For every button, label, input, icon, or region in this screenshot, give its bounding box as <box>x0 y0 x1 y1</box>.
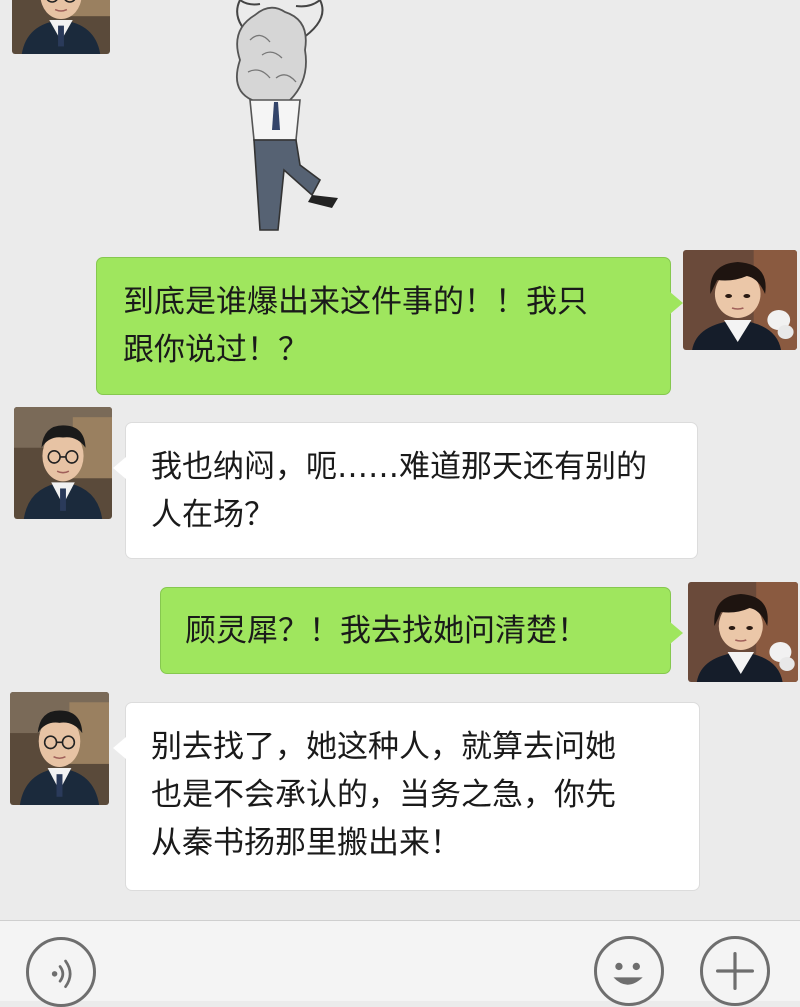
chat-input-bar <box>0 920 800 1007</box>
my-avatar[interactable] <box>683 250 797 350</box>
emoji-button[interactable] <box>594 936 664 1006</box>
outgoing-message-bubble[interactable]: 顾灵犀？！我去找她问清楚！ <box>160 587 683 674</box>
incoming-message-bubble[interactable]: 别去找了，她这种人，就算去问她 也是不会承认的，当务之急，你先 从秦书扬那里搬出… <box>113 702 700 891</box>
friend-avatar[interactable] <box>10 692 109 805</box>
message-text-line: 顾灵犀？！我去找她问清楚！ <box>185 613 588 649</box>
outgoing-message-bubble[interactable]: 到底是谁爆出来这件事的！！我只 跟你说过！？ <box>96 257 683 395</box>
message-text-line: 人在场？ <box>151 497 275 533</box>
more-options-button[interactable] <box>700 936 770 1006</box>
message-text-line: 我也纳闷，呃……难道那天还有别的 <box>151 449 647 485</box>
voice-input-button[interactable] <box>26 937 96 1007</box>
message-text-line: 别去找了，她这种人，就算去问她 <box>151 729 616 765</box>
emoji-icon <box>613 962 643 985</box>
message-text-line: 到底是谁爆出来这件事的！！我只 <box>123 284 588 320</box>
incoming-message-bubble[interactable]: 我也纳闷，呃……难道那天还有别的 人在场？ <box>113 422 698 559</box>
message-text-line: 跟你说过！？ <box>123 332 309 368</box>
friend-avatar[interactable] <box>12 0 110 54</box>
my-avatar[interactable] <box>688 582 798 682</box>
voice-icon <box>51 959 72 988</box>
plus-icon <box>716 952 754 990</box>
sticker-image[interactable] <box>200 0 350 232</box>
message-text-line: 从秦书扬那里搬出来！ <box>151 825 461 861</box>
message-text-line: 也是不会承认的，当务之急，你先 <box>151 777 616 813</box>
friend-avatar[interactable] <box>14 407 112 519</box>
